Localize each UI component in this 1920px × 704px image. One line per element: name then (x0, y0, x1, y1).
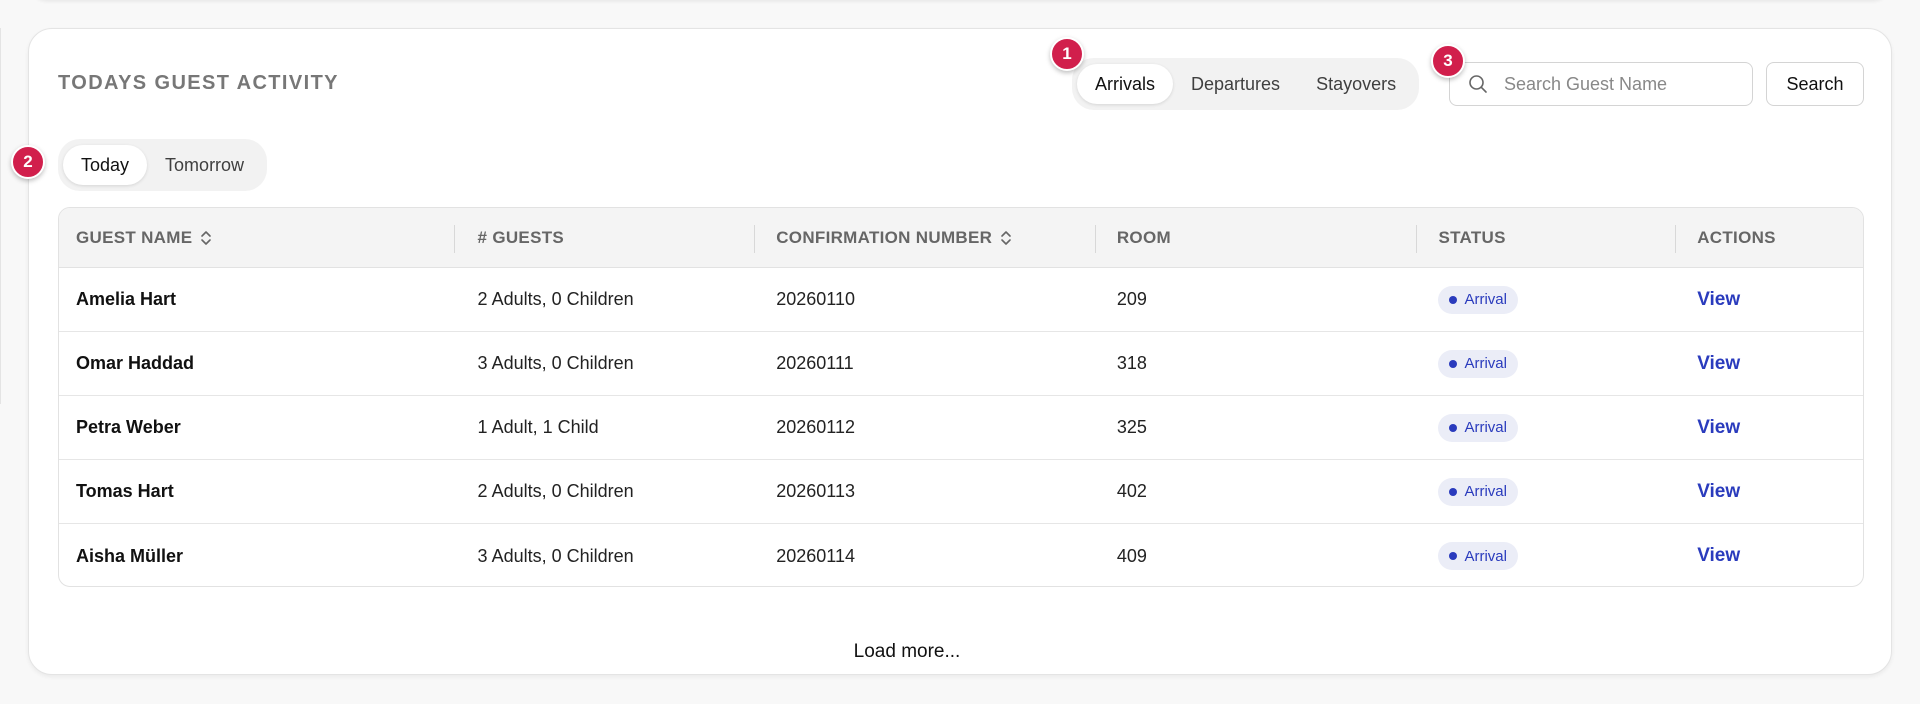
column-label: ACTIONS (1697, 227, 1776, 247)
step-badge-1: 1 (1050, 37, 1084, 71)
status-dot-icon (1449, 295, 1458, 304)
status-dot-icon (1449, 552, 1458, 560)
table-row: Amelia Hart 2 Adults, 0 Children 2026011… (59, 268, 1863, 332)
view-link[interactable]: View (1697, 289, 1740, 311)
tab-arrivals[interactable]: Arrivals (1077, 64, 1174, 104)
column-divider (1416, 225, 1418, 253)
actions-cell: View (1675, 396, 1863, 459)
status-label: Arrival (1464, 291, 1507, 308)
column-guest-name[interactable]: GUEST NAME (59, 208, 454, 267)
status-dot-icon (1449, 359, 1458, 368)
column-divider (453, 225, 455, 253)
step-badge-3: 3 (1431, 44, 1465, 78)
table-row: Tomas Hart 2 Adults, 0 Children 20260113… (59, 460, 1863, 524)
status-cell: Arrival (1416, 396, 1675, 459)
tab-tomorrow[interactable]: Tomorrow (147, 145, 262, 185)
column-confirmation-number[interactable]: CONFIRMATION NUMBER (754, 208, 1095, 267)
guest-count: 3 Adults, 0 Children (477, 545, 634, 566)
status-cell: Arrival (1416, 524, 1675, 586)
column-label: GUEST NAME (76, 227, 193, 247)
guest-name: Tomas Hart (76, 481, 174, 501)
actions-cell: View (1675, 460, 1863, 523)
confirmation-number: 20260113 (776, 481, 855, 501)
left-panel-edge (0, 28, 1, 404)
view-link[interactable]: View (1697, 545, 1740, 567)
search-icon (1469, 75, 1487, 93)
column-room: ROOM (1094, 208, 1417, 267)
actions-cell: View (1675, 268, 1863, 331)
view-link[interactable]: View (1697, 417, 1740, 439)
room-number: 318 (1116, 353, 1147, 373)
tab-stayovers[interactable]: Stayovers (1298, 64, 1414, 104)
column-label: STATUS (1438, 227, 1506, 247)
search-field[interactable] (1449, 62, 1753, 106)
room-number: 402 (1116, 481, 1147, 501)
status-cell: Arrival (1416, 332, 1675, 395)
guest-name: Aisha Müller (76, 545, 184, 566)
column-label: CONFIRMATION NUMBER (776, 227, 993, 247)
confirmation-number: 20260114 (776, 545, 855, 566)
status-label: Arrival (1464, 419, 1507, 436)
confirmation-number: 20260110 (776, 289, 855, 309)
sort-icon[interactable] (1000, 229, 1012, 247)
tab-today[interactable]: Today (63, 145, 148, 185)
activity-type-tabs: Arrivals Departures Stayovers (1072, 58, 1420, 110)
table-row: Omar Haddad 3 Adults, 0 Children 2026011… (59, 332, 1863, 396)
guest-count: 2 Adults, 0 Children (477, 289, 634, 309)
column-divider (754, 225, 756, 253)
guest-activity-card: TODAYS GUEST ACTIVITY Arrivals Departure… (11, 28, 1892, 675)
actions-cell: View (1675, 524, 1863, 586)
status-label: Arrival (1464, 483, 1507, 500)
table-row: Petra Weber 1 Adult, 1 Child 20260112 32… (59, 396, 1863, 460)
guest-count: 3 Adults, 0 Children (477, 353, 634, 373)
guest-name: Petra Weber (76, 417, 181, 437)
status-label: Arrival (1464, 547, 1507, 565)
status-dot-icon (1449, 487, 1458, 496)
column-guests: # GUESTS (453, 208, 755, 267)
search-input[interactable] (1504, 64, 1752, 104)
column-actions: ACTIONS (1675, 208, 1863, 267)
column-label: # GUESTS (477, 227, 565, 247)
status-badge: Arrival (1438, 285, 1518, 314)
actions-cell: View (1675, 332, 1863, 395)
status-badge: Arrival (1438, 349, 1518, 378)
table-row: Aisha Müller 3 Adults, 0 Children 202601… (59, 524, 1863, 586)
guest-name: Amelia Hart (76, 289, 177, 309)
section-title: TODAYS GUEST ACTIVITY (58, 72, 339, 94)
status-cell: Arrival (1416, 460, 1675, 523)
status-badge: Arrival (1438, 413, 1518, 442)
guest-name: Omar Haddad (76, 353, 195, 373)
step-badge-2: 2 (11, 145, 45, 179)
guest-count: 1 Adult, 1 Child (477, 417, 599, 437)
column-divider (1675, 225, 1677, 253)
status-badge: Arrival (1438, 477, 1518, 506)
day-tabs: Today Tomorrow (58, 139, 268, 191)
column-divider (1094, 225, 1096, 253)
load-more-button[interactable]: Load more... (854, 641, 961, 663)
search-button[interactable]: Search (1766, 62, 1864, 106)
view-link[interactable]: View (1697, 353, 1740, 375)
status-badge: Arrival (1438, 542, 1518, 570)
confirmation-number: 20260112 (776, 417, 855, 437)
guest-count: 2 Adults, 0 Children (477, 481, 634, 501)
status-label: Arrival (1464, 355, 1507, 372)
column-status: STATUS (1416, 208, 1675, 267)
table-header: GUEST NAME # GUESTS CONFIRMATION NUMBER (59, 208, 1863, 268)
status-cell: Arrival (1416, 268, 1675, 331)
tab-departures[interactable]: Departures (1173, 64, 1298, 104)
room-number: 325 (1116, 417, 1147, 437)
confirmation-number: 20260111 (776, 353, 854, 373)
status-dot-icon (1449, 423, 1458, 432)
guest-table: GUEST NAME # GUESTS CONFIRMATION NUMBER (58, 207, 1864, 587)
room-number: 409 (1116, 545, 1147, 566)
sort-icon[interactable] (200, 229, 212, 247)
room-number: 209 (1116, 289, 1147, 309)
view-link[interactable]: View (1697, 481, 1740, 503)
column-label: ROOM (1116, 227, 1171, 247)
